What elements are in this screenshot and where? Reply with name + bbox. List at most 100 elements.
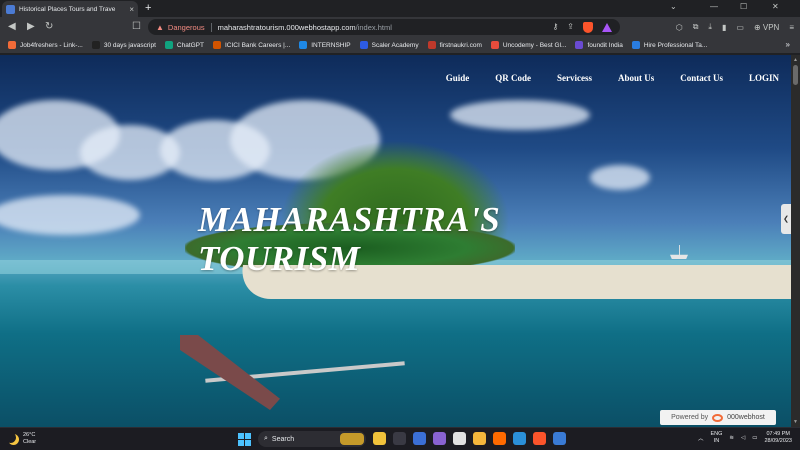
bookmark-label: ChatGPT xyxy=(176,41,204,49)
bookmark-favicon-icon xyxy=(427,41,436,49)
nav-about-us[interactable]: About Us xyxy=(618,73,654,83)
address-bar[interactable]: ▲ Dangerous maharashtratourism.000webhos… xyxy=(148,19,620,35)
bookmark-label: Scaler Academy xyxy=(371,41,419,49)
clock-time: 07:49 PM xyxy=(766,431,790,437)
taskbar-app-icon[interactable] xyxy=(393,432,406,445)
bookmark-item[interactable]: firstnaukri.com xyxy=(427,41,482,49)
search-highlight-icon xyxy=(340,433,364,445)
tab-strip: Historical Places Tours and Trave × + ⌄ … xyxy=(0,0,800,17)
windows-logo-icon xyxy=(245,433,251,439)
tab-title: Historical Places Tours and Trave xyxy=(19,5,116,13)
site-favicon-icon xyxy=(6,4,15,14)
brave-shield-icon[interactable] xyxy=(583,22,593,33)
powered-by-label: Powered by xyxy=(671,414,709,421)
scroll-up-icon[interactable]: ▲ xyxy=(793,57,798,63)
nav-qr-code[interactable]: QR Code xyxy=(495,73,531,83)
bookmark-favicon-icon xyxy=(91,41,100,49)
scroll-down-icon[interactable]: ▼ xyxy=(793,419,798,425)
taskbar-app-icon[interactable] xyxy=(433,432,446,445)
brave-rewards-icon[interactable] xyxy=(602,23,612,32)
bookmark-item[interactable]: foundit India xyxy=(575,41,623,49)
bookmark-item[interactable]: 30 days javascript xyxy=(91,41,156,49)
taskbar-apps xyxy=(373,432,566,445)
taskbar-app-icon[interactable] xyxy=(493,432,506,445)
bookmark-item[interactable]: Uncodemy - Best Gl... xyxy=(490,41,566,49)
key-icon[interactable]: ⚷ xyxy=(552,22,558,33)
volume-icon[interactable]: ◁ xyxy=(741,435,745,441)
taskbar-app-icon[interactable] xyxy=(473,432,486,445)
vpn-label: VPN xyxy=(762,22,780,32)
security-status[interactable]: Dangerous xyxy=(168,23,205,32)
scroll-thumb[interactable] xyxy=(793,65,798,85)
search-placeholder: Search xyxy=(271,435,295,443)
taskbar-app-icon[interactable] xyxy=(553,432,566,445)
share-icon[interactable]: ⇪ xyxy=(567,22,574,33)
bookmark-label: ICICI Bank Careers |... xyxy=(224,41,291,49)
bookmark-item[interactable]: Hire Professional Ta... xyxy=(631,41,708,49)
nav-services[interactable]: Servicess xyxy=(557,73,592,83)
toolbar-right: ⬡ ⧉ ⤓ ▮ ▭ ⊕ VPN ≡ xyxy=(676,22,794,32)
bookmark-label: Hire Professional Ta... xyxy=(643,41,708,49)
new-tab-button[interactable]: + xyxy=(145,2,151,14)
bookmark-favicon-icon xyxy=(164,41,173,49)
menu-icon[interactable]: ≡ xyxy=(789,23,794,32)
nav-login[interactable]: LOGIN xyxy=(749,73,779,83)
tab-search-icon[interactable]: ⌄ xyxy=(670,2,677,11)
region: IN xyxy=(713,438,720,444)
back-button[interactable]: ◀ xyxy=(8,21,16,32)
bookmark-favicon-icon xyxy=(299,41,308,49)
weather-widget[interactable]: 26°C Clear xyxy=(8,432,36,446)
tab-close-icon[interactable]: × xyxy=(129,5,134,14)
download-icon[interactable]: ⤓ xyxy=(708,22,712,32)
bookmark-icon[interactable]: ☐ xyxy=(132,21,141,32)
bookmarks-overflow-icon[interactable]: » xyxy=(786,40,790,49)
warning-icon[interactable]: ▲ xyxy=(156,23,164,32)
page-scrollbar[interactable]: ▲ ▼ xyxy=(791,55,800,427)
start-button[interactable] xyxy=(238,433,251,446)
clock[interactable]: 07:49 PM 28/09/2023 xyxy=(764,431,792,445)
bookmark-label: foundit India xyxy=(587,41,623,49)
minimize-button[interactable]: — xyxy=(710,2,718,11)
url-path[interactable]: /index.html xyxy=(356,23,392,32)
bookmark-item[interactable]: ICICI Bank Careers |... xyxy=(212,41,291,49)
extensions-icon[interactable]: ⬡ xyxy=(676,23,683,32)
bookmark-item[interactable]: INTERNSHIP xyxy=(299,41,351,49)
weather-condition: Clear xyxy=(23,439,37,445)
browser-toolbar: ◀ ▶ ↻ ☐ ▲ Dangerous maharashtratourism.0… xyxy=(0,17,800,37)
bookmark-item[interactable]: Scaler Academy xyxy=(359,41,419,49)
browser-tab[interactable]: Historical Places Tours and Trave × xyxy=(2,1,138,17)
url-host[interactable]: maharashtratourism.000webhostapp.com xyxy=(218,23,356,32)
windows-logo-icon xyxy=(245,440,251,446)
taskbar-search[interactable]: ⌕ Search xyxy=(258,431,366,447)
wallet-icon[interactable]: ▭ xyxy=(736,23,744,32)
sidebar-icon[interactable]: ▮ xyxy=(722,23,726,32)
moon-icon xyxy=(8,434,19,445)
windows-logo-icon xyxy=(238,433,244,439)
nav-contact-us[interactable]: Contact Us xyxy=(680,73,723,83)
bookmark-favicon-icon xyxy=(359,41,368,49)
vpn-button[interactable]: ⊕ VPN xyxy=(754,23,779,32)
maximize-button[interactable]: ☐ xyxy=(740,2,747,11)
bookmark-item[interactable]: Job4freshers - Link-... xyxy=(8,41,83,49)
nav-guide[interactable]: Guide xyxy=(446,73,470,83)
taskbar-app-icon[interactable] xyxy=(373,432,386,445)
puzzle-icon[interactable]: ⧉ xyxy=(693,22,699,32)
powered-by-badge[interactable]: Powered by 000webhost xyxy=(660,410,776,425)
taskbar-app-icon[interactable] xyxy=(453,432,466,445)
language-indicator[interactable]: ENG IN xyxy=(711,431,723,445)
battery-icon[interactable]: ▭ xyxy=(752,435,757,441)
reload-button[interactable]: ↻ xyxy=(45,21,53,32)
divider xyxy=(210,22,212,32)
system-tray: ︿ ENG IN ≋ ◁ ▭ 07:49 PM 28/09/2023 xyxy=(698,431,792,445)
wifi-icon[interactable]: ≋ xyxy=(729,435,734,441)
chevron-up-icon[interactable]: ︿ xyxy=(698,434,704,442)
side-panel-toggle[interactable]: ❮ xyxy=(781,204,791,234)
forward-button[interactable]: ▶ xyxy=(27,21,35,32)
taskbar-app-icon[interactable] xyxy=(533,432,546,445)
bookmark-favicon-icon xyxy=(631,41,640,49)
bookmark-item[interactable]: ChatGPT xyxy=(164,41,204,49)
bookmark-label: INTERNSHIP xyxy=(311,41,351,49)
close-window-button[interactable]: ✕ xyxy=(772,2,779,11)
taskbar-app-icon[interactable] xyxy=(513,432,526,445)
taskbar-app-icon[interactable] xyxy=(413,432,426,445)
